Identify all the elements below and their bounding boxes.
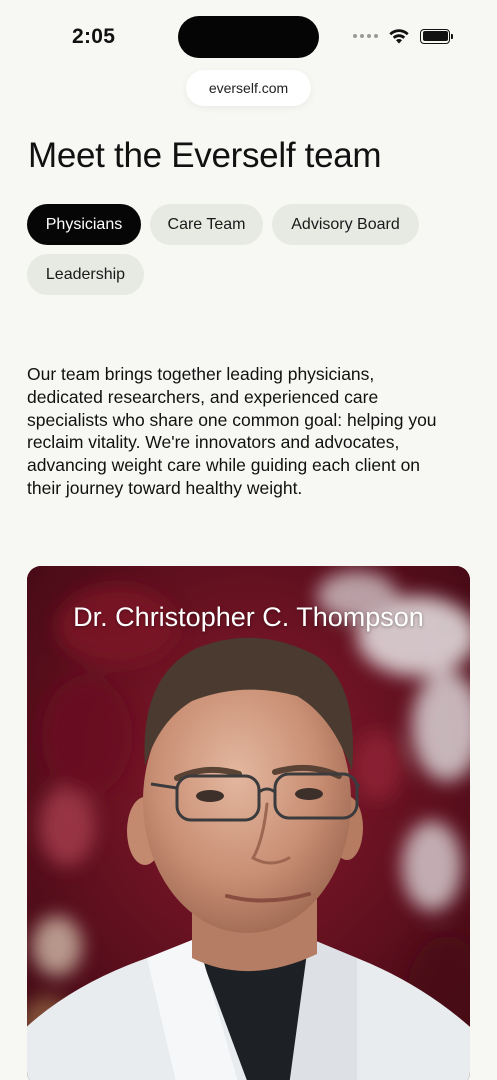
url-text: everself.com (208, 80, 289, 96)
intro-line: advancing weight care while guiding each… (27, 455, 421, 476)
physician-portrait-photo (27, 566, 470, 1080)
intro-line: their journey toward healthy weight. (27, 477, 303, 498)
tab-label: Advisory Board (291, 215, 400, 233)
dynamic-island (178, 16, 319, 58)
battery-icon (420, 28, 453, 44)
intro-paragraph: Our team brings together leading physici… (27, 363, 467, 500)
signal-dots-icon (353, 34, 378, 38)
tab-leadership[interactable]: Leadership (27, 254, 144, 295)
intro-line: dedicated researchers, and experienced c… (27, 386, 379, 407)
tab-advisory-board[interactable]: Advisory Board (272, 204, 419, 245)
status-icons (353, 26, 453, 46)
intro-line: specialists who share one common goal: h… (27, 409, 437, 430)
intro-line: reclaim vitality. We're innovators and a… (27, 432, 400, 453)
tab-label: Physicians (45, 215, 123, 233)
tab-physicians[interactable]: Physicians (27, 204, 141, 245)
tab-label: Leadership (45, 265, 126, 283)
tab-care-team[interactable]: Care Team (150, 204, 263, 245)
page-title: Meet the Everself team (28, 136, 382, 175)
intro-line: Our team brings together leading physici… (27, 364, 375, 384)
wifi-icon (389, 29, 409, 44)
physician-card[interactable]: Dr. Christopher C. Thompson (27, 566, 470, 1080)
url-bar[interactable]: everself.com (186, 70, 311, 106)
status-time: 2:05 (72, 25, 116, 48)
tab-label: Care Team (167, 215, 246, 233)
physician-name: Dr. Christopher C. Thompson (73, 602, 424, 632)
screen: 2:05 everself.com Meet the Everself team… (0, 0, 497, 1080)
